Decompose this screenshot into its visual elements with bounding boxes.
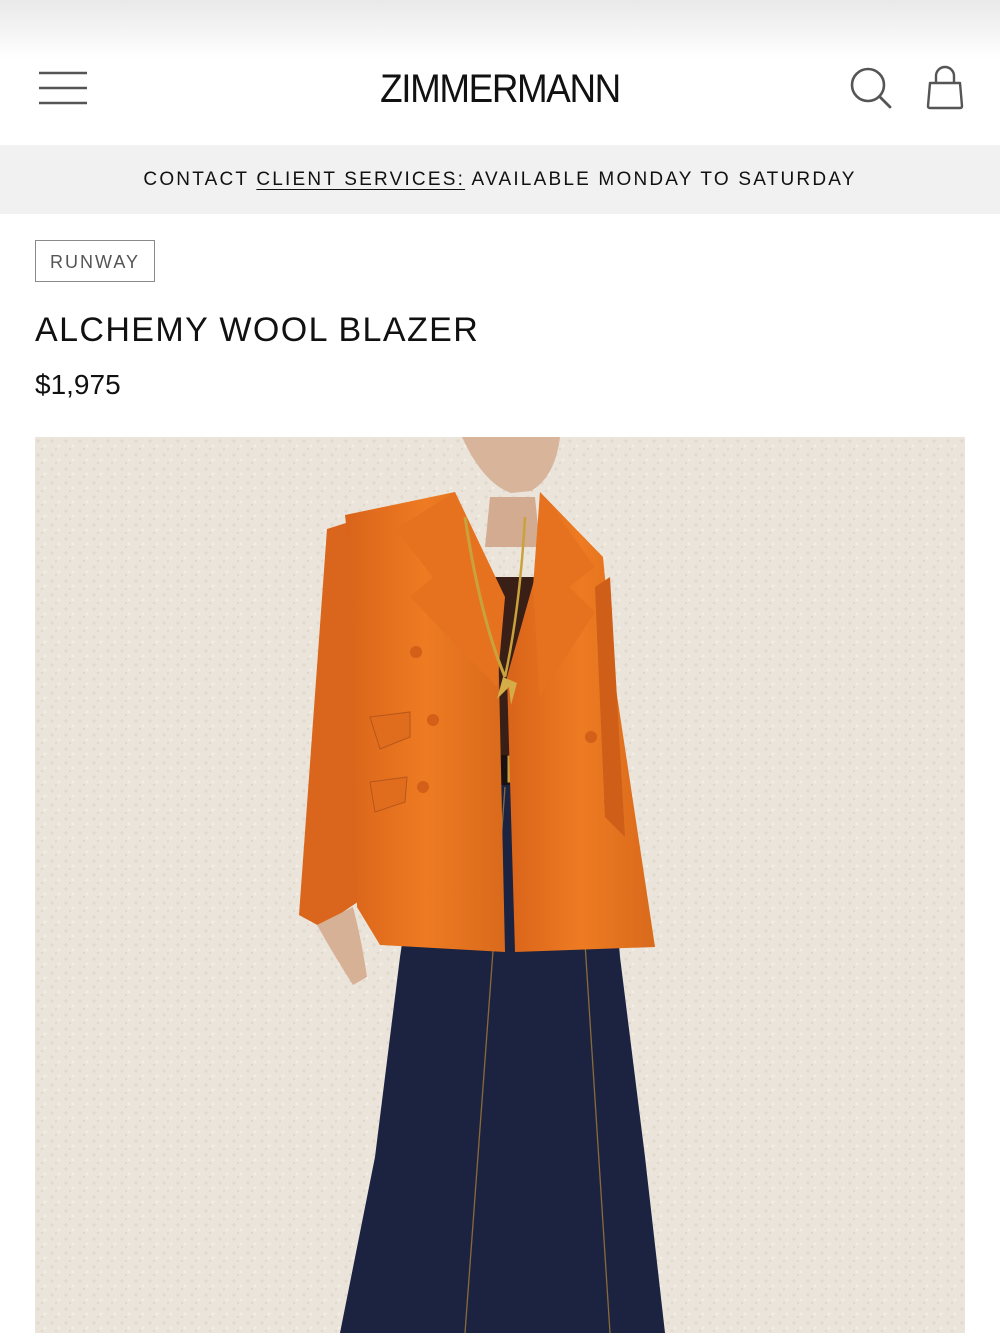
search-icon	[850, 67, 892, 109]
hamburger-menu-icon	[39, 71, 87, 105]
client-services-link[interactable]: CLIENT SERVICES:	[256, 169, 465, 190]
product-title: ALCHEMY WOOL BLAZER	[35, 311, 480, 349]
product-image[interactable]	[35, 437, 965, 1333]
banner-prefix: CONTACT	[143, 169, 257, 190]
model-photo	[35, 437, 965, 1333]
client-services-banner: CONTACT CLIENT SERVICES: AVAILABLE MONDA…	[0, 145, 1000, 214]
menu-button[interactable]	[34, 66, 92, 110]
product-price: $1,975	[35, 369, 121, 400]
brand-logo[interactable]: ZIMMERMANN	[316, 62, 684, 116]
site-header: ZIMMERMANN	[0, 40, 1000, 144]
banner-suffix: AVAILABLE MONDAY TO SATURDAY	[465, 169, 857, 190]
shopping-bag-icon	[926, 65, 964, 110]
search-button[interactable]	[846, 64, 896, 114]
runway-badge: RUNWAY	[35, 240, 155, 282]
shopping-bag-button[interactable]	[922, 64, 968, 114]
